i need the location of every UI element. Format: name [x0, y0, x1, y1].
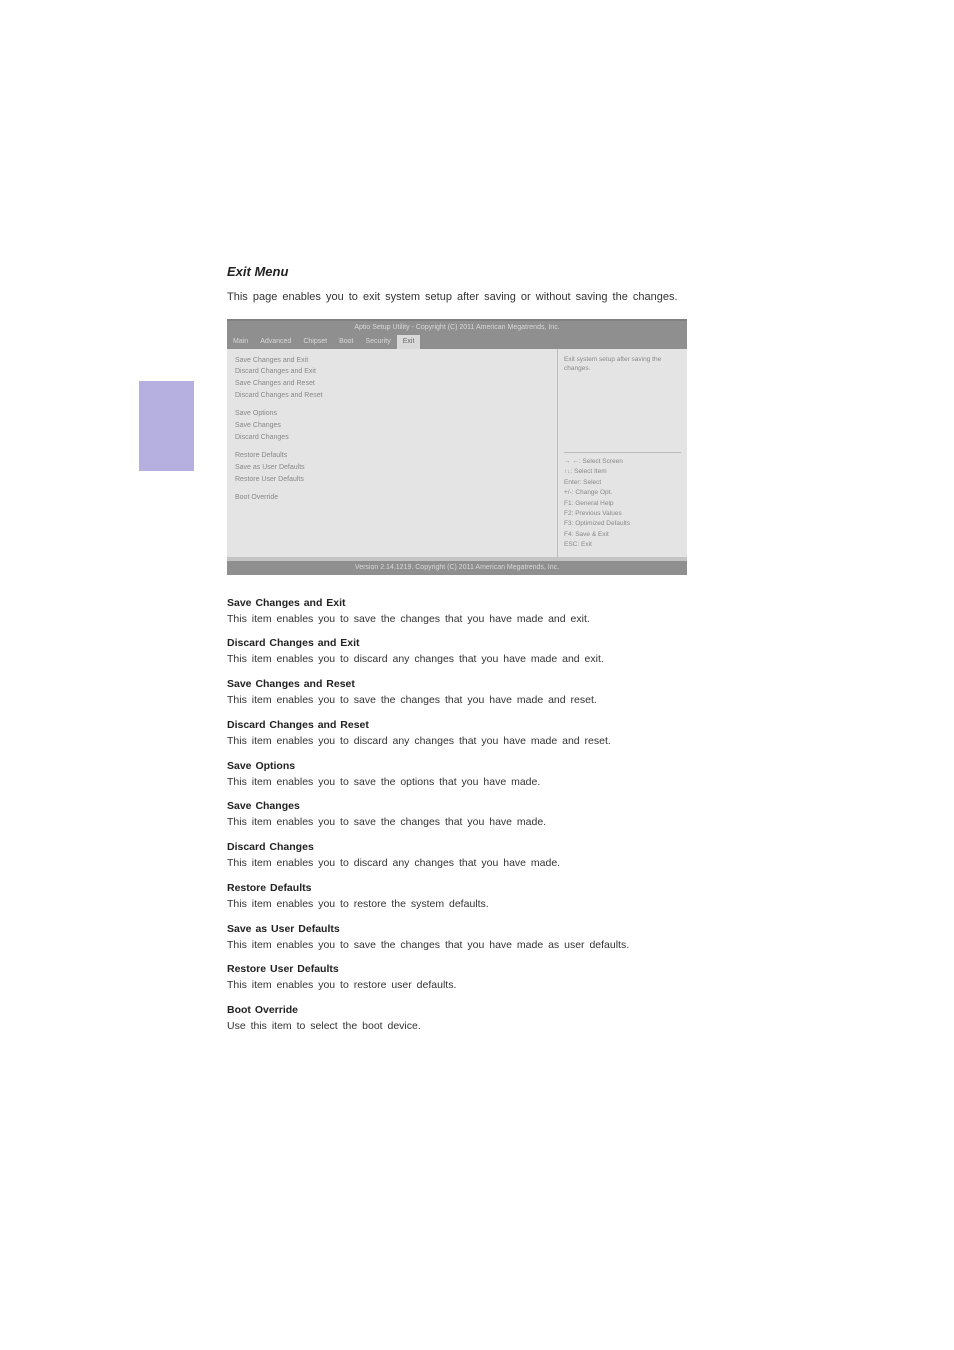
help-text: : Select Screen — [579, 458, 623, 465]
help-key: F2 — [564, 510, 572, 517]
help-text: : Exit — [577, 541, 591, 548]
definition-block: Restore User Defaults This item enables … — [227, 963, 687, 994]
definition-block: Save Changes and Exit This item enables … — [227, 597, 687, 628]
definitions-list: Save Changes and Exit This item enables … — [227, 597, 687, 1035]
bios-item: Save as User Defaults — [235, 462, 549, 474]
definition-body: This item enables you to discard any cha… — [227, 856, 687, 872]
section-intro: This page enables you to exit system set… — [227, 289, 687, 307]
side-margin-tab — [139, 381, 194, 471]
definition-body: This item enables you to save the change… — [227, 693, 687, 709]
help-text: : Save & Exit — [572, 531, 609, 538]
bios-tab-bar: Main Advanced Chipset Boot Security Exit — [227, 335, 687, 349]
section-title: Exit Menu — [227, 264, 687, 279]
definition-title: Restore User Defaults — [227, 963, 687, 975]
help-text: : General Help — [572, 500, 614, 507]
definition-block: Boot Override Use this item to select th… — [227, 1004, 687, 1035]
definition-title: Save Changes — [227, 800, 687, 812]
definition-body: This item enables you to discard any cha… — [227, 734, 687, 750]
bios-item: Discard Changes and Reset — [235, 390, 549, 402]
definition-body: This item enables you to save the change… — [227, 938, 687, 954]
help-text: : Previous Values — [572, 510, 622, 517]
bios-footer: Version 2.14.1219. Copyright (C) 2011 Am… — [227, 561, 687, 575]
definition-title: Discard Changes — [227, 841, 687, 853]
definition-block: Save Changes and Reset This item enables… — [227, 678, 687, 709]
bios-subheading: Boot Override — [235, 492, 549, 504]
definition-body: This item enables you to save the change… — [227, 815, 687, 831]
help-key: F4 — [564, 531, 572, 538]
bios-help-divider — [564, 452, 681, 453]
definition-title: Boot Override — [227, 1004, 687, 1016]
bios-help-panel: Exit system setup after saving the chang… — [557, 349, 687, 557]
bios-item: Restore Defaults — [235, 450, 549, 462]
help-key: +/- — [564, 489, 572, 496]
bios-item: Save Changes and Reset — [235, 378, 549, 390]
definition-title: Save Changes and Reset — [227, 678, 687, 690]
bios-item-description: Exit system setup after saving the chang… — [564, 355, 681, 373]
bios-screenshot: Aptio Setup Utility - Copyright (C) 2011… — [227, 319, 687, 575]
bios-item: Save Changes and Exit — [235, 355, 549, 367]
definition-block: Discard Changes This item enables you to… — [227, 841, 687, 872]
bios-menu-panel: Save Changes and Exit Discard Changes an… — [227, 349, 557, 557]
bios-subheading: Save Options — [235, 408, 549, 420]
help-text: : Optimized Defaults — [572, 520, 631, 527]
definition-block: Discard Changes and Exit This item enabl… — [227, 637, 687, 668]
arrow-left-right-icon: → ← — [564, 458, 579, 465]
definition-block: Save as User Defaults This item enables … — [227, 923, 687, 954]
definition-body: This item enables you to save the change… — [227, 612, 687, 628]
definition-title: Save Changes and Exit — [227, 597, 687, 609]
definition-body: Use this item to select the boot device. — [227, 1019, 687, 1035]
definition-title: Discard Changes and Reset — [227, 719, 687, 731]
page-content: Exit Menu This page enables you to exit … — [227, 264, 687, 1045]
bios-key-help: → ←: Select Screen ↑↓: Select Item Enter… — [564, 457, 681, 551]
help-text: : Select — [580, 479, 602, 486]
bios-tab-main: Main — [227, 335, 254, 349]
help-key: F1 — [564, 500, 572, 507]
definition-body: This item enables you to discard any cha… — [227, 652, 687, 668]
definition-body: This item enables you to restore user de… — [227, 978, 687, 994]
bios-header: Aptio Setup Utility - Copyright (C) 2011… — [227, 321, 687, 335]
bios-tab-exit: Exit — [397, 335, 421, 349]
bios-item: Restore User Defaults — [235, 474, 549, 486]
bios-body: Save Changes and Exit Discard Changes an… — [227, 349, 687, 557]
bios-item: Save Changes — [235, 420, 549, 432]
definition-block: Save Options This item enables you to sa… — [227, 760, 687, 791]
definition-block: Save Changes This item enables you to sa… — [227, 800, 687, 831]
definition-title: Save Options — [227, 760, 687, 772]
definition-title: Save as User Defaults — [227, 923, 687, 935]
bios-item: Discard Changes — [235, 432, 549, 444]
definition-body: This item enables you to restore the sys… — [227, 897, 687, 913]
definition-body: This item enables you to save the option… — [227, 775, 687, 791]
help-key: Enter — [564, 479, 580, 486]
bios-tab-advanced: Advanced — [254, 335, 297, 349]
help-key: F3 — [564, 520, 572, 527]
bios-tab-boot: Boot — [333, 335, 359, 349]
help-key: ESC — [564, 541, 577, 548]
help-text: : Change Opt. — [572, 489, 612, 496]
bios-tab-security: Security — [359, 335, 396, 349]
help-text: : Select Item — [571, 468, 607, 475]
bios-item: Discard Changes and Exit — [235, 366, 549, 378]
definition-title: Restore Defaults — [227, 882, 687, 894]
bios-tab-chipset: Chipset — [297, 335, 333, 349]
definition-block: Discard Changes and Reset This item enab… — [227, 719, 687, 750]
definition-block: Restore Defaults This item enables you t… — [227, 882, 687, 913]
definition-title: Discard Changes and Exit — [227, 637, 687, 649]
